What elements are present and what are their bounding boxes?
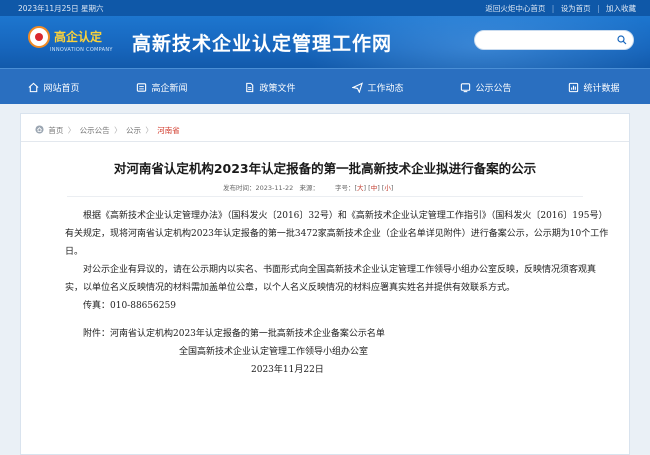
breadcrumb-publicity[interactable]: 公示 (126, 126, 141, 135)
article-paragraph: 根据《高新技术企业认定管理办法》（国科发火〔2016〕32号）和《高新技术企业认… (65, 211, 609, 257)
statistics-icon (569, 82, 579, 92)
announcement-icon (461, 82, 471, 92)
breadcrumb-separator: 〉 (145, 126, 153, 135)
signature-org: 全国高新技术企业认定管理工作领导小组办公室 (179, 347, 369, 357)
breadcrumb: 首页 〉 公示公告 〉 公示 〉 河南省 (35, 125, 180, 136)
nav-item-label: 统计数据 (583, 83, 620, 94)
font-size-control: 字号：[大] [中] [小] (335, 184, 394, 192)
fax-line: 传真：010-88656259 (83, 301, 177, 311)
return-torch-home-link[interactable]: 返回火炬中心首页 (485, 4, 545, 13)
nav-item-label: 政策文件 (259, 83, 296, 94)
main-nav: 网站首页 高企新闻 政策文件 工作动态 公示公告 统计数据 (0, 68, 650, 104)
nav-item-news[interactable]: 高企新闻 (108, 69, 216, 105)
top-link-separator: | (551, 4, 555, 13)
article-paragraph: 对公示企业有异议的，请在公示期内以实名、书面形式向全国高新技术企业认定管理工作领… (65, 265, 597, 293)
breadcrumb-home-icon (35, 125, 44, 134)
nav-item-home[interactable]: 网站首页 (0, 69, 108, 105)
article-panel: 首页 〉 公示公告 〉 公示 〉 河南省 对河南省认定机构2023年认定报备的第… (20, 113, 630, 455)
nav-item-policy[interactable]: 政策文件 (216, 69, 324, 105)
source-label: 来源： (299, 184, 319, 192)
meta-divider (67, 196, 583, 197)
font-size-label: 字号： (335, 184, 355, 192)
logo-en-text: INNOVATION COMPANY (50, 47, 113, 53)
nav-item-announcement[interactable]: 公示公告 (432, 69, 540, 105)
breadcrumb-announcement[interactable]: 公示公告 (80, 126, 110, 135)
news-icon (137, 82, 147, 92)
font-small-button[interactable]: 小 (384, 184, 391, 192)
nav-item-statistics[interactable]: 统计数据 (540, 69, 648, 105)
site-logo[interactable]: 高企认定 INNOVATION COMPANY (28, 26, 118, 62)
site-header: 高企认定 INNOVATION COMPANY 高新技术企业认定管理工作网 (0, 16, 650, 68)
breadcrumb-current[interactable]: 河南省 (157, 126, 180, 135)
breadcrumb-separator: 〉 (114, 126, 122, 135)
set-homepage-link[interactable]: 设为首页 (561, 4, 591, 13)
article-title: 对河南省认定机构2023年认定报备的第一批高新技术企业拟进行备案的公示 (113, 161, 537, 176)
nav-item-label: 工作动态 (367, 83, 404, 94)
signature-date: 2023年11月22日 (251, 365, 324, 375)
top-links: 返回火炬中心首页 | 设为首页 | 加入收藏 (481, 3, 636, 14)
publish-info: 发布时间：2023-11-22 来源： (223, 182, 319, 192)
document-icon (246, 82, 254, 92)
logo-cn-text: 高企认定 (54, 30, 103, 44)
font-medium-button[interactable]: 中 (371, 184, 378, 192)
nav-item-label: 公示公告 (475, 83, 512, 94)
breadcrumb-separator: 〉 (67, 126, 76, 135)
article-body: 根据《高新技术企业认定管理办法》（国科发火〔2016〕32号）和《高新技术企业认… (65, 207, 613, 379)
breadcrumb-home[interactable]: 首页 (48, 126, 63, 135)
publish-date: 2023-11-22 (255, 184, 294, 192)
nav-item-work[interactable]: 工作动态 (324, 69, 432, 105)
home-icon (29, 82, 39, 92)
nav-item-label: 高企新闻 (151, 83, 188, 94)
top-link-separator: | (597, 4, 600, 13)
attachment-link[interactable]: 附件：河南省认定机构2023年认定报备的第一批高新技术企业备案公示名单 (65, 325, 613, 343)
nav-item-label: 网站首页 (43, 83, 80, 94)
search-icon[interactable] (617, 35, 627, 45)
send-icon (352, 81, 364, 93)
search-input[interactable] (474, 30, 634, 50)
top-bar: 2023年11月25日 星期六 返回火炬中心首页 | 设为首页 | 加入收藏 (0, 0, 650, 16)
logo-badge-icon (28, 26, 50, 48)
font-large-button[interactable]: 大 (357, 184, 364, 192)
breadcrumb-divider (21, 141, 629, 142)
site-title: 高新技术企业认定管理工作网 (132, 33, 393, 55)
current-date: 2023年11月25日 星期六 (18, 4, 104, 13)
publish-label: 发布时间： (223, 184, 256, 192)
add-favorite-link[interactable]: 加入收藏 (606, 4, 636, 13)
